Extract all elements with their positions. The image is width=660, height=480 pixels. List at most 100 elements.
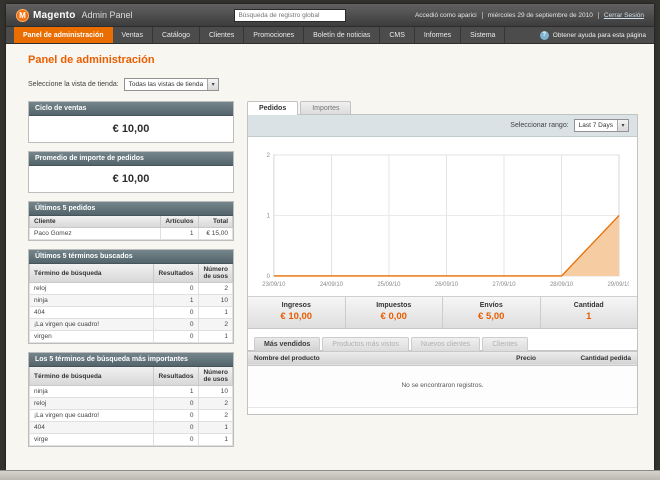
table-cell: 1 — [160, 227, 199, 240]
dashboard-columns: Ciclo de ventas € 10,00 Promedio de impo… — [22, 101, 638, 447]
table-row[interactable]: ninja 1 10 — [28, 385, 233, 398]
data-table: Término de búsqueda Resultados Número de u… — [28, 367, 233, 446]
table-row[interactable]: ninja 1 10 — [28, 294, 233, 307]
table-row[interactable]: Paco Gomez 1 € 15,00 — [28, 227, 233, 240]
table-row[interactable]: ¡La virgen que cuadro! 0 2 — [28, 318, 233, 331]
svg-text:29/09/10: 29/09/10 — [608, 282, 629, 288]
nav-item-ventas[interactable]: Ventas — [113, 27, 153, 43]
lifetime-sales-value: € 10,00 — [112, 123, 150, 135]
global-search — [166, 8, 415, 22]
tab-productos-mas-vistos[interactable]: Productos más vistos — [322, 336, 409, 351]
tab-pedidos[interactable]: Pedidos — [247, 101, 299, 115]
range-value: Last 7 Days — [578, 122, 613, 129]
help-label: Obtener ayuda para esta página — [552, 31, 646, 39]
store-view-select[interactable]: Todas las vistas de tienda ▾ — [123, 78, 220, 91]
chevron-down-icon: ▾ — [207, 79, 219, 90]
lifetime-sales-card: Ciclo de ventas € 10,00 — [28, 101, 234, 143]
tab-mas-vendidos[interactable]: Más vendidos — [254, 336, 321, 351]
tab-importes[interactable]: Importes — [300, 101, 352, 115]
table-cell: 404 — [28, 421, 155, 434]
card-title: Promedio de importe de pedidos — [29, 152, 233, 166]
column-header: Nombre del producto — [248, 350, 460, 366]
table-cell: € 15,00 — [197, 227, 233, 240]
header: M Magento Admin Panel Accedió como apari… — [6, 4, 654, 27]
table-row[interactable]: ¡La virgen que cuadro! 0 2 — [28, 409, 233, 422]
range-select[interactable]: Last 7 Days ▾ — [573, 119, 629, 132]
browser-status-bar — [0, 470, 660, 480]
column-header: Cliente — [28, 216, 162, 228]
stat-label: Cantidad — [573, 301, 604, 309]
nav-item-boletin-de-noticias[interactable]: Boletín de noticias — [304, 27, 381, 43]
right-column: Pedidos Importes Seleccionar rango: Last … — [247, 101, 638, 415]
table-cell: Paco Gomez — [28, 227, 162, 240]
current-date: miércoles 29 de septiembre de 2010 — [487, 11, 593, 19]
admin-page: M Magento Admin Panel Accedió como apari… — [6, 4, 654, 470]
nav-item-cms[interactable]: CMS — [380, 27, 415, 43]
chevron-down-icon: ▾ — [617, 120, 628, 131]
column-header: Número de usos — [197, 367, 233, 386]
data-table: Cliente Artículos Total Paco Gomez 1 € 15,00 — [28, 216, 233, 240]
table-row[interactable]: virgen 0 1 — [28, 330, 233, 343]
nav-item-panel-de-administracion[interactable]: Panel de administración — [14, 27, 113, 43]
table-cell: 1 — [197, 433, 233, 446]
stat-label: Impuestos — [376, 301, 412, 309]
average-orders-card: Promedio de importe de pedidos € 10,00 — [28, 151, 234, 193]
magento-logo-icon: M — [16, 8, 29, 22]
stats-bar: Ingresos € 10,00 Impuestos € 0,00 Envíos € 5,… — [248, 295, 637, 329]
stat-value: € 5,00 — [478, 310, 505, 322]
page-title: Panel de administración — [28, 54, 155, 66]
column-header: Término de búsqueda — [28, 367, 155, 386]
svg-text:0: 0 — [267, 274, 271, 280]
help-icon: ? — [539, 30, 549, 40]
table-cell: ¡La virgen que cuadro! — [28, 409, 155, 422]
table-cell: 1 — [153, 294, 199, 307]
table-row[interactable]: reloj 0 2 — [28, 397, 233, 410]
table-cell: 10 — [197, 385, 233, 398]
chart-panel: Seleccionar rango: Last 7 Days ▾ 0 1 2 23/0… — [247, 114, 638, 415]
stat-value: € 10,00 — [280, 310, 313, 322]
table-cell: reloj — [28, 282, 155, 295]
table-cell: 0 — [153, 421, 199, 434]
stat-value: 1 — [586, 310, 592, 322]
nav-item-catalogo[interactable]: Catálogo — [153, 27, 200, 43]
tab-clientes[interactable]: Clientes — [482, 336, 528, 351]
svg-text:26/09/10: 26/09/10 — [435, 282, 459, 288]
bestsellers-table: Nombre del producto Precio Cantidad pedida… — [248, 350, 637, 408]
table-row[interactable]: 404 0 1 — [28, 421, 233, 434]
column-header: Total — [197, 216, 233, 228]
header-divider — [597, 11, 599, 19]
nav-item-informes[interactable]: Informes — [415, 27, 462, 43]
table-row[interactable]: virge 0 1 — [28, 433, 233, 446]
left-column: Ciclo de ventas € 10,00 Promedio de impo… — [28, 101, 234, 447]
nav-item-promociones[interactable]: Promociones — [244, 27, 305, 43]
card-title: Ciclo de ventas — [29, 102, 233, 116]
range-bar: Seleccionar rango: Last 7 Days ▾ — [248, 115, 637, 137]
table-cell: ¡La virgen que cuadro! — [28, 318, 155, 331]
table-cell: 2 — [197, 409, 233, 422]
table-row[interactable]: 404 0 1 — [28, 306, 233, 319]
screen: M Magento Admin Panel Accedió como apari… — [0, 0, 660, 480]
column-header: Precio — [460, 350, 542, 366]
tab-nuevos-clientes[interactable]: Nuevos clientes — [410, 336, 481, 351]
top-search-card: Los 5 términos de búsqueda más important… — [28, 352, 234, 447]
table-cell: 0 — [153, 330, 199, 343]
global-search-input[interactable] — [234, 8, 347, 22]
main-nav: Panel de administración Ventas Catálogo Cli… — [6, 27, 654, 44]
table-row[interactable]: reloj 0 2 — [28, 282, 233, 295]
table-cell: 10 — [197, 294, 233, 307]
logout-link[interactable]: Cerrar Sesión — [604, 12, 644, 19]
product-table: Nombre del producto Precio Cantidad pedida… — [248, 350, 637, 408]
average-orders-value: € 10,00 — [112, 173, 150, 185]
column-header: Artículos — [160, 216, 199, 228]
nav-item-clientes[interactable]: Clientes — [200, 27, 245, 43]
content: Panel de administración Seleccione la vi… — [6, 44, 654, 470]
last-search-card: Últimos 5 términos buscados Término de b… — [28, 249, 234, 344]
page-help-link[interactable]: ? Obtener ayuda para esta página — [539, 27, 646, 43]
app-title: Admin Panel — [81, 10, 133, 20]
table-cell: ninja — [28, 385, 155, 398]
logo-text: Magento — [33, 9, 76, 21]
column-header: Resultados — [153, 367, 199, 386]
nav-item-sistema[interactable]: Sistema — [461, 27, 506, 43]
stat-impuestos: Impuestos € 0,00 — [344, 296, 443, 328]
svg-text:24/09/10: 24/09/10 — [320, 282, 344, 288]
